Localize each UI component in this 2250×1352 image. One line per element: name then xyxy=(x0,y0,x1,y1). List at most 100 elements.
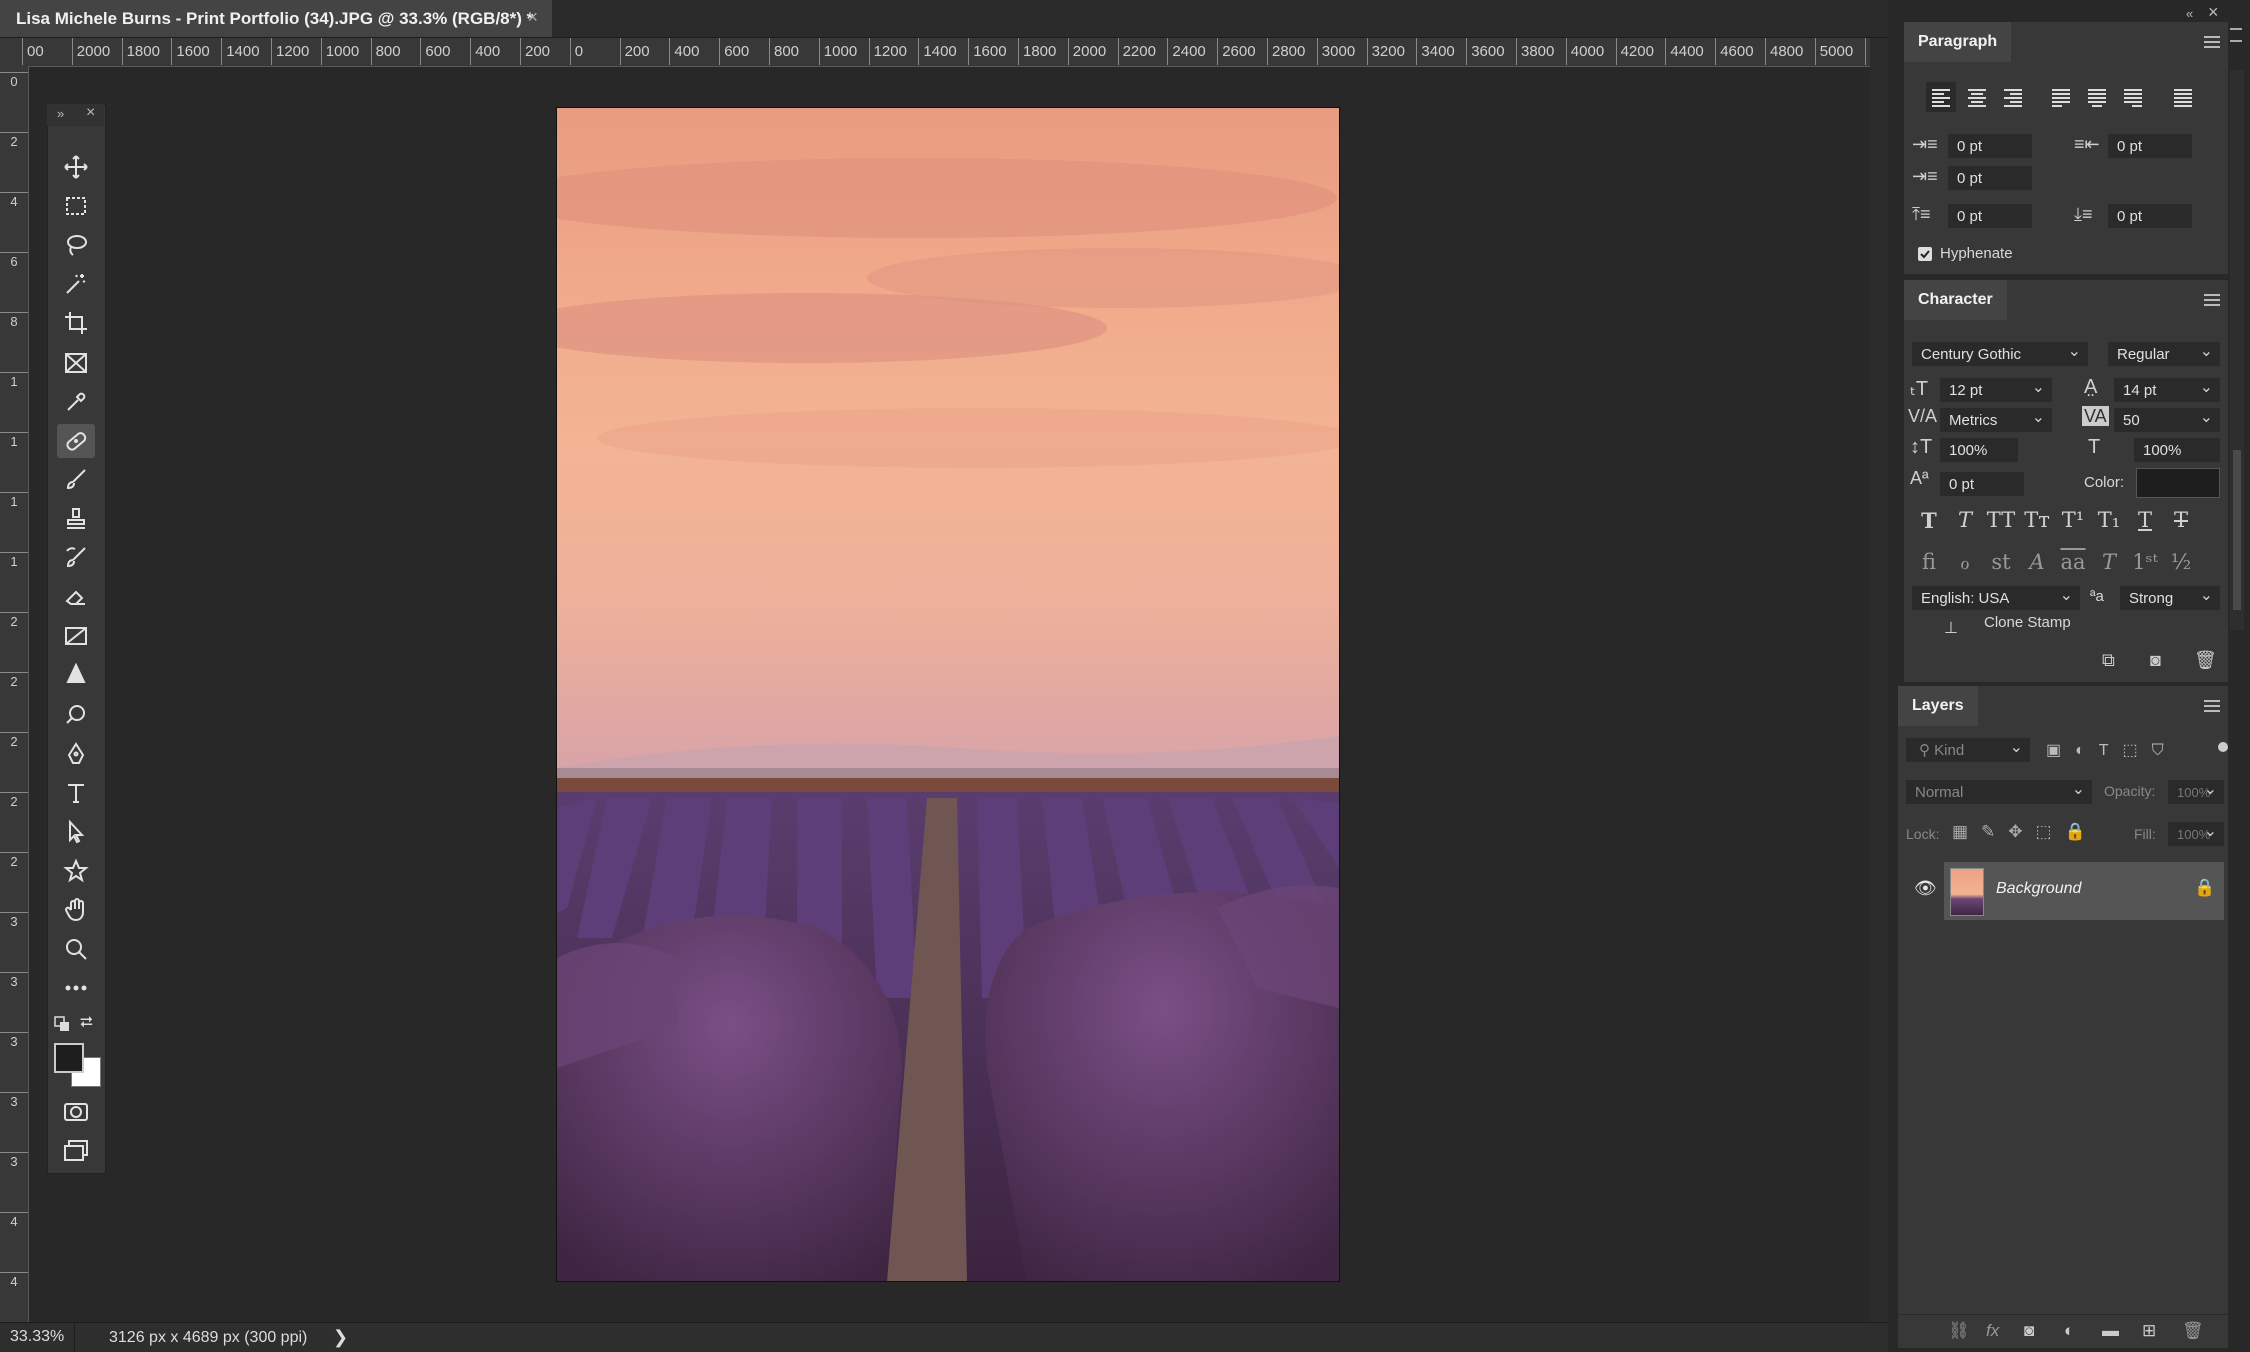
dodge-tool-icon[interactable] xyxy=(57,697,95,731)
filter-toggle-icon[interactable] xyxy=(2218,742,2228,752)
frame-tool-icon[interactable] xyxy=(57,346,95,380)
indent-right-input[interactable]: 0 pt xyxy=(2108,134,2192,158)
space-before-input[interactable]: 0 pt xyxy=(1948,204,2032,228)
justify-last-right-button[interactable] xyxy=(2118,82,2148,112)
baseline-shift-input[interactable]: 0 pt xyxy=(1940,472,2024,496)
status-menu-arrow[interactable]: ❯ xyxy=(333,1327,348,1348)
eyedropper-tool-icon[interactable] xyxy=(57,385,95,419)
antialias-select[interactable]: Strong xyxy=(2120,584,2220,610)
new-document-from-state-icon[interactable]: ⧉ xyxy=(2102,650,2115,671)
delete-layer-icon[interactable]: 🗑 xyxy=(2182,1321,2204,1341)
horizontal-scale-input[interactable]: 100% xyxy=(2134,438,2220,462)
layer-style-fx-icon[interactable]: fx xyxy=(1986,1321,1999,1341)
new-layer-icon[interactable]: ⊞ xyxy=(2142,1321,2156,1341)
space-after-input[interactable]: 0 pt xyxy=(2108,204,2192,228)
collapse-dock-icon[interactable]: « xyxy=(2186,6,2193,21)
expand-icon[interactable]: » xyxy=(57,106,64,121)
foreground-color-swatch[interactable] xyxy=(54,1043,84,1073)
vertical-ruler[interactable]: 0 2 4 6 8 1 1 1 1 2 2 2 2 2 3 3 3 3 3 4 4 xyxy=(0,66,29,1322)
more-tools-icon[interactable] xyxy=(57,971,95,1005)
blend-mode-select[interactable]: Normal xyxy=(1906,778,2092,804)
ordinals-icon[interactable]: 1ˢᵗ xyxy=(2130,550,2160,574)
titling-alternates-icon[interactable]: T xyxy=(2094,550,2124,574)
leading-select[interactable]: 14 pt xyxy=(2114,376,2220,402)
small-caps-icon[interactable]: Tᴛ xyxy=(2022,508,2052,532)
hyphenate-checkbox[interactable] xyxy=(1918,247,1932,261)
clone-stamp-tool-icon[interactable] xyxy=(57,502,95,536)
all-caps-icon[interactable]: TT xyxy=(1986,508,2016,532)
tab-paragraph[interactable]: Paragraph xyxy=(1904,22,2012,62)
snapshot-camera-icon[interactable]: ◙ xyxy=(2150,650,2161,671)
history-brush-tool-icon[interactable] xyxy=(57,541,95,575)
zoom-tool-icon[interactable] xyxy=(57,932,95,966)
document-image[interactable] xyxy=(557,108,1339,1281)
language-select[interactable]: English: USA xyxy=(1912,584,2080,610)
align-right-button[interactable] xyxy=(1998,82,2028,112)
layer-lock-icon[interactable]: 🔒 xyxy=(2194,878,2215,898)
adjustment-layer-icon[interactable]: ◐ xyxy=(2064,1321,2074,1341)
horizontal-ruler[interactable]: 00 2000 1800 1600 1400 1200 1000 800 600 400 200 0 2… xyxy=(0,38,1888,67)
align-left-button[interactable] xyxy=(1926,82,1956,112)
faux-italic-icon[interactable]: T xyxy=(1950,508,1980,532)
layer-filter-kind[interactable]: ⚲ Kind xyxy=(1906,736,2030,762)
add-mask-icon[interactable]: ◙ xyxy=(2024,1321,2034,1341)
blur-tool-icon[interactable] xyxy=(57,658,95,692)
pen-tool-icon[interactable] xyxy=(57,737,95,771)
type-tool-icon[interactable] xyxy=(57,776,95,810)
eraser-tool-icon[interactable] xyxy=(57,580,95,614)
indent-first-line-input[interactable]: 0 pt xyxy=(1948,166,2032,190)
tab-layers[interactable]: Layers xyxy=(1898,686,1978,726)
kerning-select[interactable]: Metrics xyxy=(1940,406,2052,432)
stylistic-alternates-icon[interactable]: aa xyxy=(2058,550,2088,574)
path-selection-tool-icon[interactable] xyxy=(57,815,95,849)
character-panel-menu-icon[interactable] xyxy=(2204,294,2220,306)
quick-mask-icon[interactable] xyxy=(57,1095,95,1129)
marquee-tool-icon[interactable] xyxy=(57,189,95,223)
vertical-scale-input[interactable]: 100% xyxy=(1940,438,2018,462)
text-color-swatch[interactable] xyxy=(2136,468,2220,498)
magic-wand-tool-icon[interactable] xyxy=(57,267,95,301)
dock-menu-icon[interactable] xyxy=(2230,28,2242,42)
close-dock-icon[interactable]: × xyxy=(2208,2,2219,23)
delete-state-icon[interactable]: 🗑 xyxy=(2194,650,2217,671)
justify-last-left-button[interactable] xyxy=(2046,82,2076,112)
superscript-icon[interactable]: T¹ xyxy=(2058,508,2088,532)
history-item-clone-stamp[interactable]: Clone Stamp xyxy=(1984,614,2071,631)
layer-visibility-eye-icon[interactable]: 👁 xyxy=(1914,878,1937,899)
close-tab-icon[interactable]: × xyxy=(527,7,538,28)
brush-tool-icon[interactable] xyxy=(57,463,95,497)
fill-input[interactable]: 100% xyxy=(2168,820,2224,846)
healing-brush-tool-icon[interactable] xyxy=(57,424,95,458)
default-colors-icon[interactable] xyxy=(54,1016,70,1032)
tools-panel-header[interactable]: » × xyxy=(47,104,104,126)
underline-icon[interactable]: T xyxy=(2130,508,2160,532)
layer-row-background[interactable]: Background 🔒 xyxy=(1944,862,2224,920)
opacity-input[interactable]: 100% xyxy=(2168,778,2224,804)
document-tab[interactable]: Lisa Michele Burns - Print Portfolio (34… xyxy=(0,0,552,37)
fractions-icon[interactable]: ½ xyxy=(2166,550,2196,574)
paragraph-panel-menu-icon[interactable] xyxy=(2204,36,2220,48)
custom-shape-tool-icon[interactable] xyxy=(57,854,95,888)
layers-panel-menu-icon[interactable] xyxy=(2204,700,2220,712)
strikethrough-icon[interactable]: T xyxy=(2166,508,2196,532)
canvas-vertical-scrollbar[interactable] xyxy=(1870,38,1888,1322)
discretionary-ligatures-icon[interactable]: st xyxy=(1986,550,2016,574)
screen-mode-icon[interactable] xyxy=(57,1134,95,1168)
move-tool-icon[interactable] xyxy=(57,150,95,184)
new-group-icon[interactable]: ▬ xyxy=(2102,1321,2119,1341)
subscript-icon[interactable]: T₁ xyxy=(2094,508,2124,532)
tab-character[interactable]: Character xyxy=(1904,280,2007,320)
hand-tool-icon[interactable] xyxy=(57,893,95,927)
faux-bold-icon[interactable]: T xyxy=(1914,508,1944,533)
layer-name[interactable]: Background xyxy=(1996,880,2081,898)
swash-icon[interactable]: A xyxy=(2022,550,2052,574)
gradient-tool-icon[interactable] xyxy=(57,619,95,653)
layer-filter-icons[interactable]: ▣◐T⬚⛉ xyxy=(2046,740,2216,762)
tracking-select[interactable]: 50 xyxy=(2114,406,2220,432)
old-style-icon[interactable]: ℴ xyxy=(1950,550,1980,574)
swap-colors-icon[interactable]: ⮂ xyxy=(80,1014,93,1032)
lock-options-icons[interactable]: ▦✎✥⬚🔒 xyxy=(1952,822,2099,842)
lasso-tool-icon[interactable] xyxy=(57,228,95,262)
justify-all-button[interactable] xyxy=(2168,82,2198,112)
font-family-select[interactable]: Century Gothic xyxy=(1912,340,2088,366)
